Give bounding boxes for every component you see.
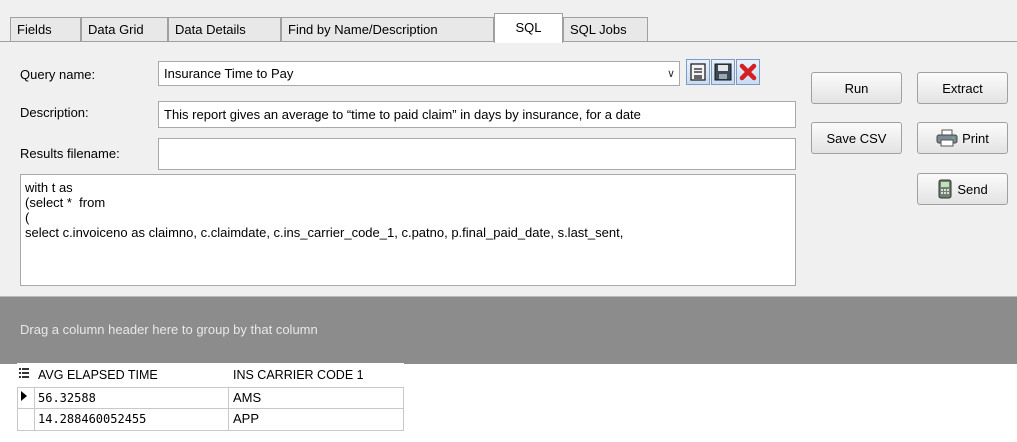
tab-fields-label: Fields — [17, 22, 52, 37]
tab-data-grid-label: Data Grid — [88, 22, 144, 37]
results-filename-label: Results filename: — [20, 146, 120, 161]
run-button[interactable]: Run — [811, 72, 902, 104]
column-header-ins-carrier-code-1[interactable]: INS CARRIER CODE 1 — [229, 363, 404, 385]
delete-icon — [739, 63, 757, 81]
group-by-panel[interactable]: Drag a column header here to group by th… — [0, 296, 1017, 364]
save-query-button[interactable] — [686, 59, 710, 85]
query-name-combo[interactable]: Insurance Time to Pay ∨ — [158, 61, 680, 86]
tab-fields[interactable]: Fields — [10, 17, 81, 42]
tab-sql-jobs[interactable]: SQL Jobs — [563, 17, 648, 42]
results-filename-field[interactable] — [158, 138, 796, 170]
tab-find-by-name[interactable]: Find by Name/Description — [281, 17, 494, 42]
send-icon — [937, 179, 953, 199]
printer-icon — [936, 129, 958, 147]
table-cell[interactable]: 14.288460052455 — [34, 409, 229, 431]
delete-query-button[interactable] — [736, 59, 760, 85]
print-button-label: Print — [962, 130, 989, 146]
save-as-icon — [714, 63, 732, 81]
column-header-avg-elapsed-time[interactable]: AVG ELAPSED TIME — [34, 363, 229, 385]
send-button[interactable]: Send — [917, 173, 1008, 205]
tab-data-grid[interactable]: Data Grid — [81, 17, 168, 42]
send-button-label: Send — [957, 181, 988, 197]
print-button[interactable]: Print — [917, 122, 1008, 154]
query-name-value: Insurance Time to Pay — [164, 66, 294, 81]
sql-editor[interactable]: with t as (select * from ( select c.invo… — [20, 174, 796, 286]
run-button-label: Run — [844, 80, 869, 96]
tab-sql-label: SQL — [515, 20, 542, 35]
extract-button-label: Extract — [942, 80, 983, 96]
tab-find-by-name-label: Find by Name/Description — [288, 22, 438, 37]
save-as-query-button[interactable] — [711, 59, 735, 85]
table-cell[interactable]: 56.32588 — [34, 387, 229, 409]
tab-sql[interactable]: SQL — [494, 13, 563, 43]
description-field[interactable]: This report gives an average to “time to… — [158, 101, 796, 128]
tab-bar: Fields Data Grid Data Details Find by Na… — [0, 0, 1017, 43]
group-by-hint: Drag a column header here to group by th… — [20, 322, 318, 337]
column-chooser-icon[interactable] — [17, 363, 35, 385]
save-icon — [690, 63, 706, 81]
tab-sql-jobs-label: SQL Jobs — [570, 22, 627, 37]
tab-data-details-label: Data Details — [175, 22, 246, 37]
description-value: This report gives an average to “time to… — [164, 107, 641, 122]
tab-data-details[interactable]: Data Details — [168, 17, 281, 42]
row-selector[interactable] — [17, 409, 35, 431]
chevron-down-icon[interactable]: ∨ — [667, 64, 675, 84]
table-cell[interactable]: AMS — [229, 387, 404, 409]
description-label: Description: — [20, 105, 89, 120]
extract-button[interactable]: Extract — [917, 72, 1008, 104]
save-csv-button-label: Save CSV — [826, 130, 887, 146]
row-pointer-icon[interactable] — [17, 387, 35, 409]
table-cell[interactable]: APP — [229, 409, 404, 431]
query-name-label: Query name: — [20, 67, 96, 82]
save-csv-button[interactable]: Save CSV — [811, 122, 902, 154]
